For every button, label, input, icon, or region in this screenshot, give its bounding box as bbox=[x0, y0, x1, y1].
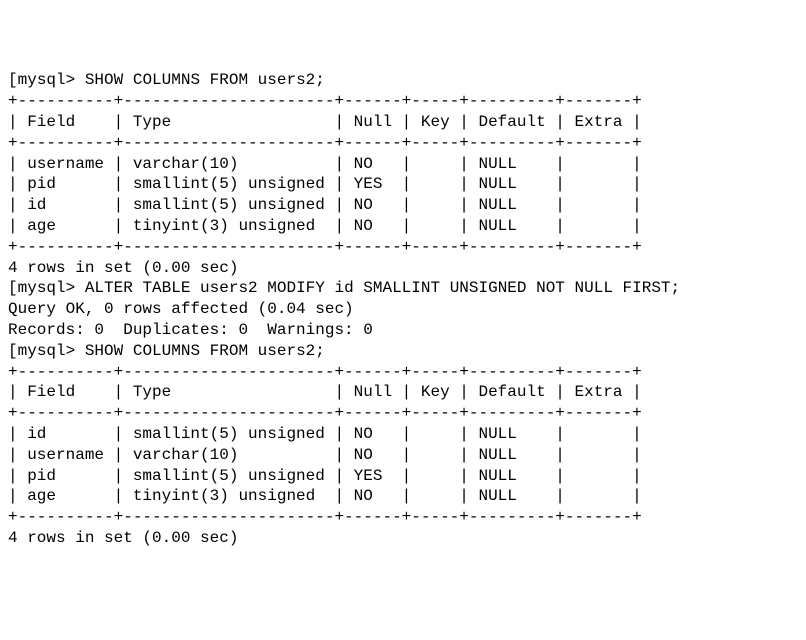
table-row: | id | smallint(5) unsigned | NO | | NUL… bbox=[8, 424, 798, 445]
sql-command[interactable]: ALTER TABLE users2 MODIFY id SMALLINT UN… bbox=[85, 279, 680, 297]
table-row: | age | tinyint(3) unsigned | NO | | NUL… bbox=[8, 486, 798, 507]
table-row: | age | tinyint(3) unsigned | NO | | NUL… bbox=[8, 216, 798, 237]
mysql-prompt: mysql> bbox=[18, 342, 85, 360]
table-row: | pid | smallint(5) unsigned | YES | | N… bbox=[8, 174, 798, 195]
query-message: Records: 0 Duplicates: 0 Warnings: 0 bbox=[8, 320, 798, 341]
table-border: +----------+----------------------+-----… bbox=[8, 91, 798, 112]
query-message: Query OK, 0 rows affected (0.04 sec) bbox=[8, 299, 798, 320]
mysql-terminal: [mysql> SHOW COLUMNS FROM users2;+------… bbox=[8, 70, 798, 548]
mysql-prompt: mysql> bbox=[18, 71, 85, 89]
sql-command[interactable]: SHOW COLUMNS FROM users2; bbox=[85, 342, 325, 360]
table-row: | username | varchar(10) | NO | | NULL |… bbox=[8, 154, 798, 175]
table-border: +----------+----------------------+-----… bbox=[8, 237, 798, 258]
table-border: +----------+----------------------+-----… bbox=[8, 507, 798, 528]
table-border: +----------+----------------------+-----… bbox=[8, 403, 798, 424]
prompt-bracket-icon: [ bbox=[8, 71, 18, 89]
table-header-row: | Field | Type | Null | Key | Default | … bbox=[8, 112, 798, 133]
table-header-row: | Field | Type | Null | Key | Default | … bbox=[8, 382, 798, 403]
prompt-bracket-icon: [ bbox=[8, 279, 18, 297]
table-row: | id | smallint(5) unsigned | NO | | NUL… bbox=[8, 195, 798, 216]
rows-in-set: 4 rows in set (0.00 sec) bbox=[8, 258, 798, 279]
table-row: | pid | smallint(5) unsigned | YES | | N… bbox=[8, 466, 798, 487]
rows-in-set: 4 rows in set (0.00 sec) bbox=[8, 528, 798, 549]
mysql-prompt: mysql> bbox=[18, 279, 85, 297]
prompt-bracket-icon: [ bbox=[8, 342, 18, 360]
mysql-prompt-line[interactable]: [mysql> ALTER TABLE users2 MODIFY id SMA… bbox=[8, 278, 798, 299]
table-border: +----------+----------------------+-----… bbox=[8, 362, 798, 383]
table-border: +----------+----------------------+-----… bbox=[8, 133, 798, 154]
mysql-prompt-line[interactable]: [mysql> SHOW COLUMNS FROM users2; bbox=[8, 70, 798, 91]
sql-command[interactable]: SHOW COLUMNS FROM users2; bbox=[85, 71, 325, 89]
mysql-prompt-line[interactable]: [mysql> SHOW COLUMNS FROM users2; bbox=[8, 341, 798, 362]
table-row: | username | varchar(10) | NO | | NULL |… bbox=[8, 445, 798, 466]
